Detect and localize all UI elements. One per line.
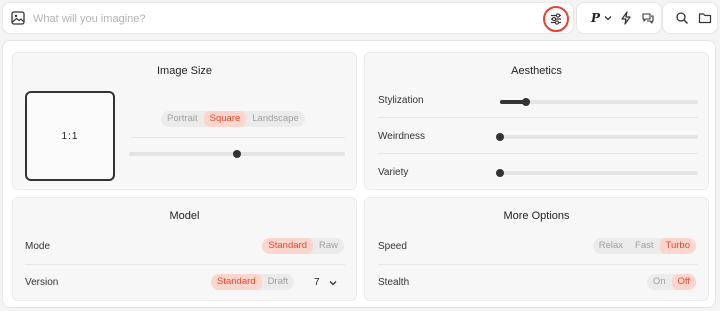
image-size-card: Image Size 1:1 Portrait Square Landscape (12, 52, 357, 190)
speed-selector: Relax Fast Turbo (592, 238, 696, 254)
divider (378, 264, 698, 265)
speed-relax[interactable]: Relax (593, 238, 629, 254)
stealth-selector: On Off (646, 274, 696, 290)
chevron-down-icon[interactable] (329, 279, 337, 287)
stealth-on[interactable]: On (647, 274, 672, 290)
more-options-title: More Options (503, 210, 570, 222)
orientation-square[interactable]: Square (203, 111, 247, 127)
aspect-ratio-label: 1:1 (61, 130, 79, 142)
orientation-landscape[interactable]: Landscape (246, 111, 304, 127)
speed-label: Speed (378, 241, 407, 252)
sliders-icon (551, 13, 561, 25)
version-number[interactable]: 7 (314, 277, 320, 288)
lightning-icon[interactable] (619, 11, 633, 25)
model-card: Model Mode Standard Raw Version Standard… (12, 197, 357, 301)
top-bar: P (2, 2, 718, 34)
folder-icon[interactable] (698, 11, 712, 25)
image-size-title: Image Size (156, 65, 213, 77)
image-icon[interactable] (11, 11, 25, 25)
orientation-selector: Portrait Square Landscape (161, 111, 305, 127)
version-draft[interactable]: Draft (262, 274, 295, 290)
stylization-label: Stylization (378, 95, 424, 106)
settings-button[interactable] (543, 6, 569, 32)
version-standard[interactable]: Standard (211, 274, 262, 290)
personalize-button[interactable]: P (591, 11, 600, 25)
speed-turbo[interactable]: Turbo (659, 238, 696, 254)
more-options-card: More Options Speed Relax Fast Turbo Stea… (364, 197, 709, 301)
orientation-portrait[interactable]: Portrait (161, 111, 204, 127)
image-size-slider-knob[interactable] (233, 150, 241, 158)
chevron-down-icon[interactable] (604, 14, 612, 22)
prompt-input[interactable] (33, 8, 503, 30)
stealth-off[interactable]: Off (671, 274, 696, 290)
mode-standard[interactable]: Standard (262, 238, 313, 254)
divider (378, 153, 698, 154)
divider (25, 264, 345, 265)
search-icon[interactable] (675, 11, 689, 25)
stylization-slider-knob[interactable] (521, 98, 530, 106)
stylization-slider[interactable] (500, 98, 698, 106)
mode-label: Mode (25, 241, 51, 252)
weirdness-label: Weirdness (378, 131, 426, 142)
variety-slider[interactable] (496, 169, 698, 177)
chat-icon[interactable] (641, 11, 655, 25)
aesthetics-card: Aesthetics Stylization Weirdness Variety (364, 52, 709, 190)
variety-slider-knob[interactable] (496, 169, 504, 177)
settings-panel: Image Size 1:1 Portrait Square Landscape… (2, 40, 716, 308)
weirdness-slider[interactable] (496, 133, 698, 141)
version-label: Version (25, 277, 59, 288)
divider (378, 117, 698, 118)
toolbar-group-secondary (662, 2, 718, 34)
mode-raw[interactable]: Raw (313, 238, 344, 254)
aspect-ratio-preview: 1:1 (25, 91, 115, 181)
toolbar-group: P (576, 2, 662, 34)
variety-label: Variety (378, 167, 409, 178)
weirdness-slider-knob[interactable] (496, 133, 504, 141)
image-size-slider[interactable] (129, 150, 345, 158)
divider (131, 137, 345, 138)
prompt-bar (2, 2, 574, 34)
model-title: Model (169, 210, 200, 222)
aesthetics-title: Aesthetics (511, 65, 562, 77)
speed-fast[interactable]: Fast (629, 238, 659, 254)
mode-selector: Standard Raw (262, 238, 344, 254)
stealth-label: Stealth (378, 277, 410, 288)
version-selector: Standard Draft (211, 274, 295, 290)
